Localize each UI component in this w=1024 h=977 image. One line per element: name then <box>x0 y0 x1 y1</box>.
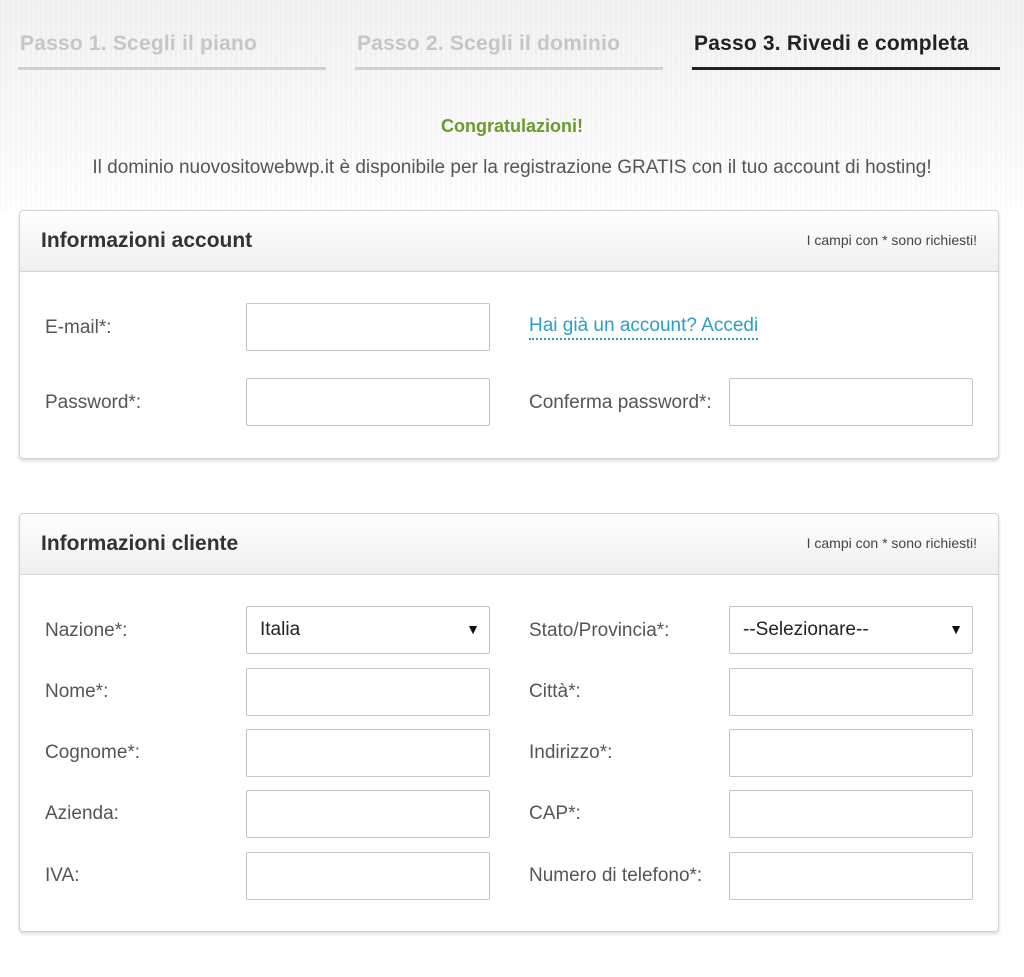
caret-down-icon: ▼ <box>466 621 480 637</box>
postal-code-label: CAP*: <box>529 803 581 824</box>
required-fields-note: I campi con * sono richiesti! <box>806 232 977 248</box>
customer-panel-title: Informazioni cliente <box>41 532 239 555</box>
company-label: Azienda: <box>45 803 119 824</box>
step-2-choose-domain[interactable]: Passo 2. Scegli il dominio <box>355 32 663 70</box>
email-label: E-mail*: <box>45 317 112 338</box>
city-field[interactable] <box>729 668 973 716</box>
province-label: Stato/Provincia*: <box>529 620 670 641</box>
login-link[interactable]: Hai già un account? Accedi <box>529 315 759 340</box>
account-panel-title: Informazioni account <box>41 229 253 252</box>
congrats-heading: Congratulazioni! <box>441 116 583 136</box>
confirm-password-label: Conferma password*: <box>529 392 712 413</box>
account-info-panel: Informazioni account I campi con * sono … <box>19 210 999 459</box>
step-1-choose-plan[interactable]: Passo 1. Scegli il piano <box>18 32 326 70</box>
checkout-steps: Passo 1. Scegli il piano Passo 2. Scegli… <box>0 0 1024 80</box>
step-3-review-complete: Passo 3. Rivedi e completa <box>692 32 1000 70</box>
account-panel-header: Informazioni account I campi con * sono … <box>20 211 998 272</box>
email-field[interactable] <box>246 303 490 351</box>
required-fields-note: I campi con * sono richiesti! <box>806 535 977 551</box>
password-label: Password*: <box>45 392 142 413</box>
vat-label: IVA: <box>45 865 80 886</box>
address-field[interactable] <box>729 729 973 777</box>
phone-label: Numero di telefono*: <box>529 865 703 886</box>
country-select-value: Italia <box>260 619 301 640</box>
domain-available-message: Il dominio nuovositowebwp.it è disponibi… <box>92 157 932 178</box>
province-select-value: --Selezionare-- <box>743 619 869 640</box>
last-name-label: Cognome*: <box>45 742 141 763</box>
caret-down-icon: ▼ <box>949 621 963 637</box>
vat-field[interactable] <box>246 852 490 900</box>
customer-info-panel: Informazioni cliente I campi con * sono … <box>19 513 999 932</box>
customer-panel-header: Informazioni cliente I campi con * sono … <box>20 514 998 575</box>
confirm-password-field[interactable] <box>729 378 973 426</box>
address-label: Indirizzo*: <box>529 742 613 763</box>
password-field[interactable] <box>246 378 490 426</box>
phone-field[interactable] <box>729 852 973 900</box>
postal-code-field[interactable] <box>729 790 973 838</box>
last-name-field[interactable] <box>246 729 490 777</box>
first-name-label: Nome*: <box>45 681 109 702</box>
city-label: Città*: <box>529 681 581 702</box>
company-field[interactable] <box>246 790 490 838</box>
province-select[interactable]: --Selezionare-- ▼ <box>729 606 973 654</box>
country-label: Nazione*: <box>45 620 128 641</box>
first-name-field[interactable] <box>246 668 490 716</box>
country-select[interactable]: Italia ▼ <box>246 606 490 654</box>
